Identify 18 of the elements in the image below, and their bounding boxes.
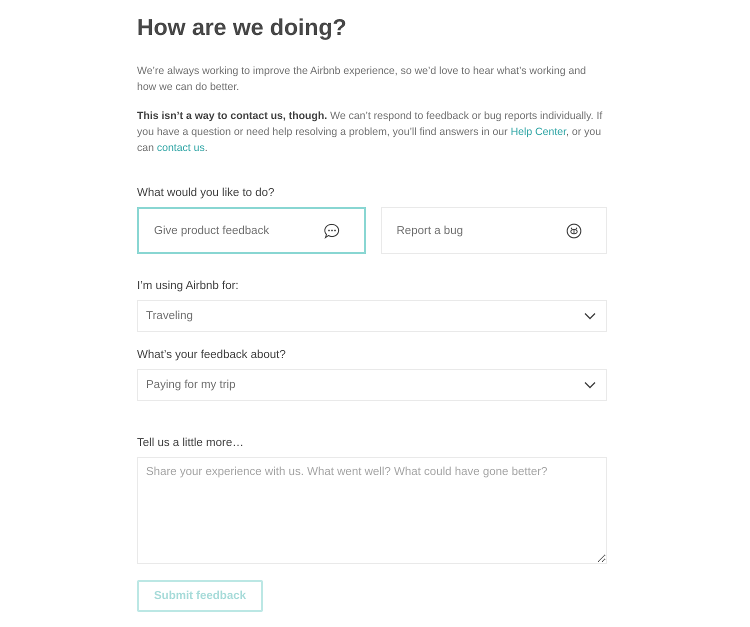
option-card[interactable]: Give product feedback <box>137 207 366 254</box>
chevron-down-icon <box>584 312 596 320</box>
speech-bubble-icon <box>324 222 340 238</box>
dropdown-field[interactable]: Traveling <box>137 300 607 332</box>
text-link[interactable]: contact us <box>156 142 205 154</box>
field-label: Tell us a little more… <box>137 437 245 449</box>
page-title: How are we doing? <box>137 14 348 41</box>
field-label: What would you like to do? <box>137 187 276 199</box>
dropdown-field[interactable]: Paying for my trip <box>137 369 607 401</box>
text-area[interactable]: Share your experience with us. What went well? What could have gone better? <box>137 457 607 564</box>
notice-paragraph: This isn’t a way to contact us, though. We can’t respond to feedback or bug reports individually. If you have a question or need help resolving a problem, you’ll find answers in our Help Center, or you can contact us. <box>137 109 604 156</box>
field-label: I’m using Airbnb for: <box>137 280 240 292</box>
option-card[interactable]: Report a bug <box>380 207 607 254</box>
text-link[interactable]: Help Center <box>510 126 566 138</box>
bug-icon <box>566 222 582 238</box>
chevron-down-icon <box>584 381 596 389</box>
intro-paragraph: We’re always working to improve the Airbnb experience, so we’d love to hear what’s working and how we can do better. <box>137 64 588 95</box>
field-label: What’s your feedback about? <box>137 349 287 361</box>
